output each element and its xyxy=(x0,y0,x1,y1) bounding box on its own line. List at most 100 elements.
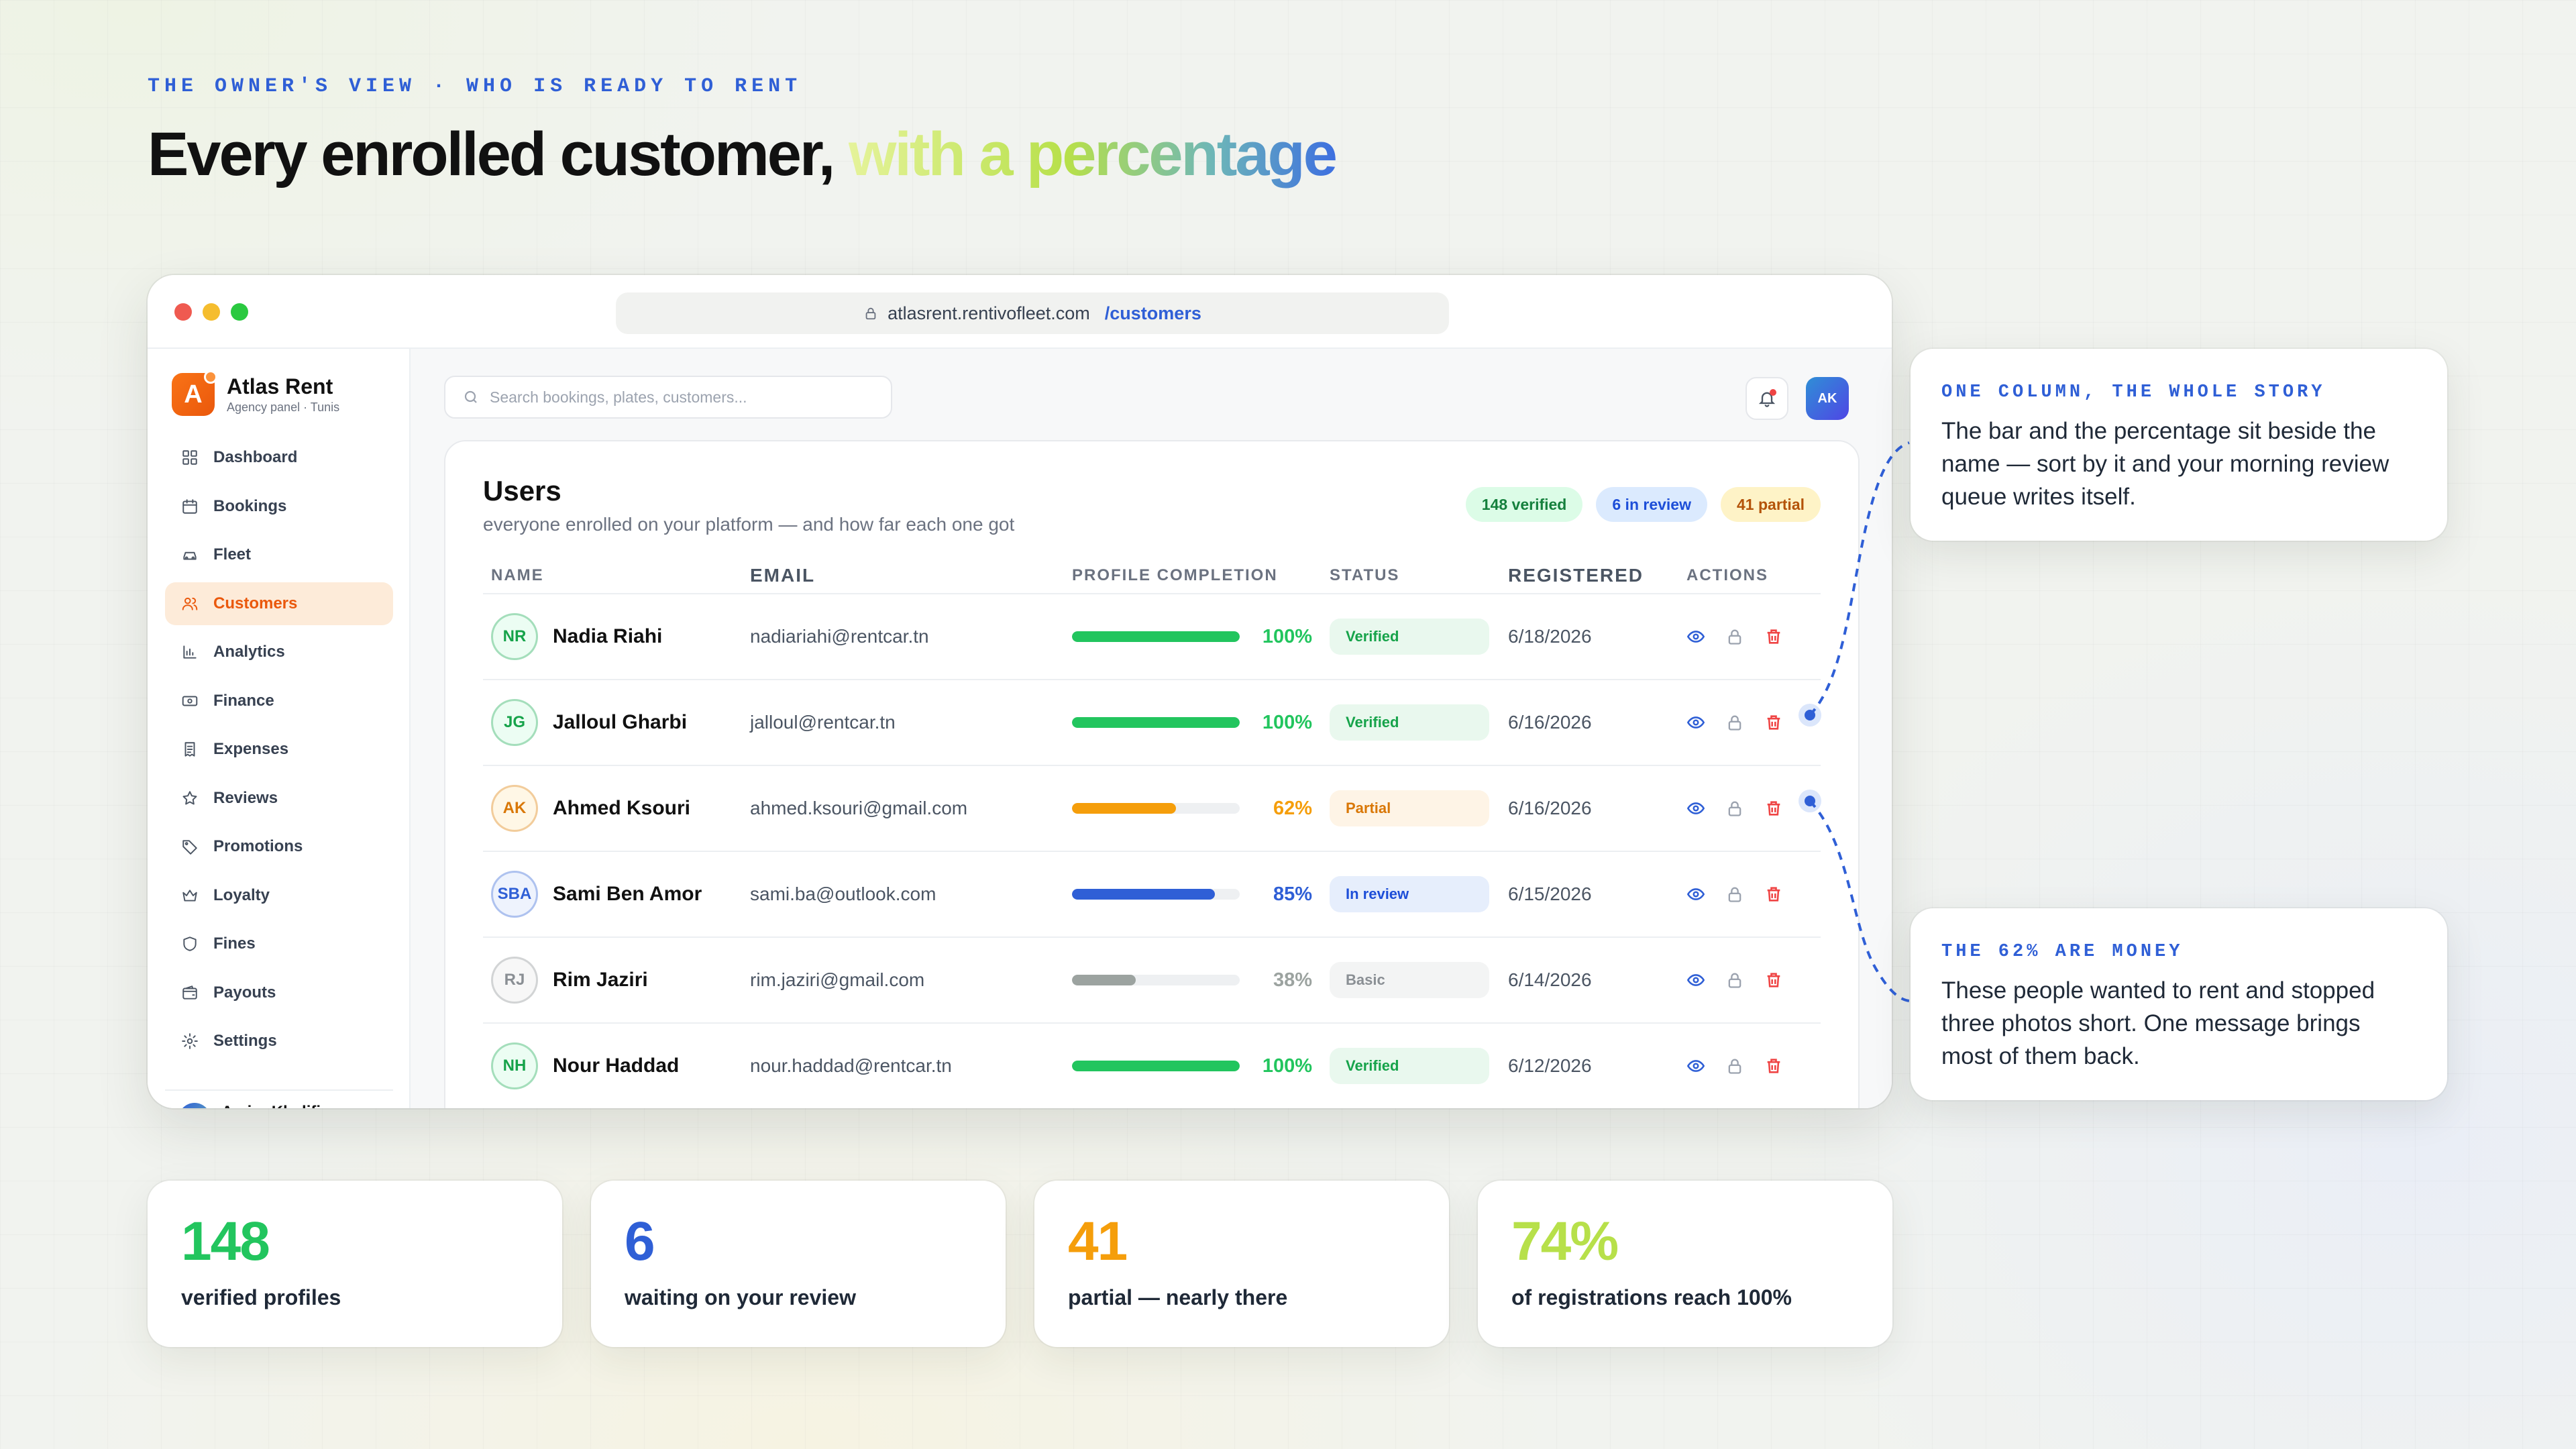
sidebar-item-analytics[interactable]: Analytics xyxy=(165,631,393,674)
shield-icon xyxy=(183,936,197,951)
calendar-icon xyxy=(182,498,197,514)
view-button[interactable] xyxy=(1686,1057,1705,1075)
customer-name[interactable]: Rim Jaziri xyxy=(553,969,648,991)
sidebar-item-label: Fleet xyxy=(213,545,252,564)
review-pill[interactable]: 6 in review xyxy=(1596,487,1707,522)
maximize-window-dot[interactable] xyxy=(231,303,248,321)
sidebar-item-dashboard[interactable]: Dashboard xyxy=(165,436,393,479)
search-icon xyxy=(464,390,477,403)
view-button[interactable] xyxy=(1686,971,1705,989)
delete-button[interactable] xyxy=(1764,799,1783,818)
delete-button[interactable] xyxy=(1764,627,1783,646)
view-button[interactable] xyxy=(1686,627,1705,646)
customer-name[interactable]: Jalloul Gharbi xyxy=(553,711,687,734)
sidebar-item-label: Customers xyxy=(213,594,298,612)
col-actions: ACTIONS xyxy=(1686,566,1768,584)
trash-icon xyxy=(1767,801,1780,816)
search-placeholder: Search bookings, plates, customers... xyxy=(490,388,747,406)
completion-percent: 100% xyxy=(1262,711,1312,733)
completion-fill xyxy=(1072,1061,1240,1071)
table-row[interactable]: SBA Sami Ben Amor sami.ba@outlook.com 85% In… xyxy=(483,852,1821,938)
close-window-dot[interactable] xyxy=(174,303,192,321)
sidebar-item-loyalty[interactable]: Loyalty xyxy=(165,874,393,917)
cell-completion: 100% xyxy=(1072,1055,1330,1077)
customer-email: sami.ba@outlook.com xyxy=(750,883,936,904)
col-registered[interactable]: REGISTERED xyxy=(1508,565,1686,586)
table-body: NR Nadia Riahi nadiariahi@rentcar.tn 100% Ve… xyxy=(483,594,1821,1108)
url-path: /customers xyxy=(1104,303,1201,323)
customer-avatar: SBA xyxy=(491,871,538,918)
receipt-icon xyxy=(184,742,195,757)
status-badge: Verified xyxy=(1330,619,1489,655)
partial-pill[interactable]: 41 partial xyxy=(1721,487,1821,522)
sidebar-user[interactable]: Amira Khelifi xyxy=(165,1089,393,1108)
col-name[interactable]: NAME xyxy=(491,566,750,585)
brand-name: Atlas Rent xyxy=(227,374,333,398)
callout-one-column: ONE COLUMN, THE WHOLE STORY The bar and … xyxy=(1911,349,2447,541)
delete-button[interactable] xyxy=(1764,713,1783,732)
sidebar-item-finance[interactable]: Finance xyxy=(165,680,393,722)
col-completion[interactable]: PROFILE COMPLETION xyxy=(1072,566,1330,585)
sidebar-item-expenses[interactable]: Expenses xyxy=(165,728,393,771)
table-row[interactable]: NR Nadia Riahi nadiariahi@rentcar.tn 100% Ve… xyxy=(483,594,1821,680)
user-avatar xyxy=(178,1103,211,1108)
sidebar-item-fleet[interactable]: Fleet xyxy=(165,533,393,576)
stat-partial: 41 partial — nearly there xyxy=(1034,1181,1449,1347)
stat-value: 148 xyxy=(181,1211,270,1272)
table-row[interactable]: NH Nour Haddad nour.haddad@rentcar.tn 100% V… xyxy=(483,1024,1821,1108)
stat-completion-rate: 74% of registrations reach 100% xyxy=(1478,1181,1892,1347)
table-row[interactable]: JG Jalloul Gharbi jalloul@rentcar.tn 100% Ve… xyxy=(483,680,1821,766)
table-row[interactable]: RJ Rim Jaziri rim.jaziri@gmail.com 38% Basic… xyxy=(483,938,1821,1024)
url-bar[interactable]: atlasrent.rentivofleet.com /customers xyxy=(616,292,1449,334)
customer-avatar: NH xyxy=(491,1042,538,1089)
customer-name[interactable]: Ahmed Ksouri xyxy=(553,797,690,820)
row-handle-ahmed[interactable] xyxy=(1799,790,1821,812)
lock-button[interactable] xyxy=(1725,799,1744,818)
brand[interactable]: A Atlas Rent Agency panel · Tunis xyxy=(165,370,393,416)
callout-body: The bar and the percentage sit beside th… xyxy=(1941,418,2390,510)
sidebar-item-promotions[interactable]: Promotions xyxy=(165,825,393,868)
view-button[interactable] xyxy=(1686,713,1705,732)
customer-name[interactable]: Sami Ben Amor xyxy=(553,883,702,906)
table-row[interactable]: AK Ahmed Ksouri ahmed.ksouri@gmail.com 62% P… xyxy=(483,766,1821,852)
sidebar-item-reviews[interactable]: Reviews xyxy=(165,777,393,820)
notifications-button[interactable] xyxy=(1746,377,1788,420)
account-avatar[interactable]: AK xyxy=(1806,377,1849,420)
col-status[interactable]: STATUS xyxy=(1330,566,1508,585)
status-badge: Verified xyxy=(1330,1048,1489,1084)
sidebar-item-fines[interactable]: Fines xyxy=(165,922,393,965)
delete-button[interactable] xyxy=(1764,971,1783,989)
lock-button[interactable] xyxy=(1725,971,1744,989)
lock-button[interactable] xyxy=(1725,627,1744,646)
col-email[interactable]: EMAIL xyxy=(750,565,1072,586)
cell-name: NR Nadia Riahi xyxy=(491,613,750,660)
status-badge: Basic xyxy=(1330,962,1489,998)
trash-icon xyxy=(1767,1059,1780,1073)
search-input[interactable]: Search bookings, plates, customers... xyxy=(444,376,892,419)
completion-bar xyxy=(1072,803,1240,814)
delete-button[interactable] xyxy=(1764,1057,1783,1075)
user-name: Amira Khelifi xyxy=(221,1103,321,1108)
status-badge: In review xyxy=(1330,876,1489,912)
view-button[interactable] xyxy=(1686,799,1705,818)
trash-icon xyxy=(1767,629,1780,644)
view-button[interactable] xyxy=(1686,885,1705,904)
row-actions xyxy=(1686,1057,1821,1075)
customer-name[interactable]: Nour Haddad xyxy=(553,1055,679,1077)
completion-percent: 62% xyxy=(1273,797,1312,819)
sidebar-item-label: Promotions xyxy=(213,837,303,855)
row-handle-jalloul[interactable] xyxy=(1799,704,1821,727)
cell-name: JG Jalloul Gharbi xyxy=(491,699,750,746)
lock-button[interactable] xyxy=(1725,713,1744,732)
lock-button[interactable] xyxy=(1725,1057,1744,1075)
sidebar-item-payouts[interactable]: Payouts xyxy=(165,971,393,1014)
delete-button[interactable] xyxy=(1764,885,1783,904)
sidebar-item-customers[interactable]: Customers xyxy=(165,582,393,625)
customer-name[interactable]: Nadia Riahi xyxy=(553,625,662,648)
sidebar-item-bookings[interactable]: Bookings xyxy=(165,485,393,528)
stat-value: 74% xyxy=(1511,1211,1619,1272)
verified-pill[interactable]: 148 verified xyxy=(1465,487,1583,522)
lock-button[interactable] xyxy=(1725,885,1744,904)
minimize-window-dot[interactable] xyxy=(203,303,220,321)
sidebar-item-settings[interactable]: Settings xyxy=(165,1020,393,1063)
